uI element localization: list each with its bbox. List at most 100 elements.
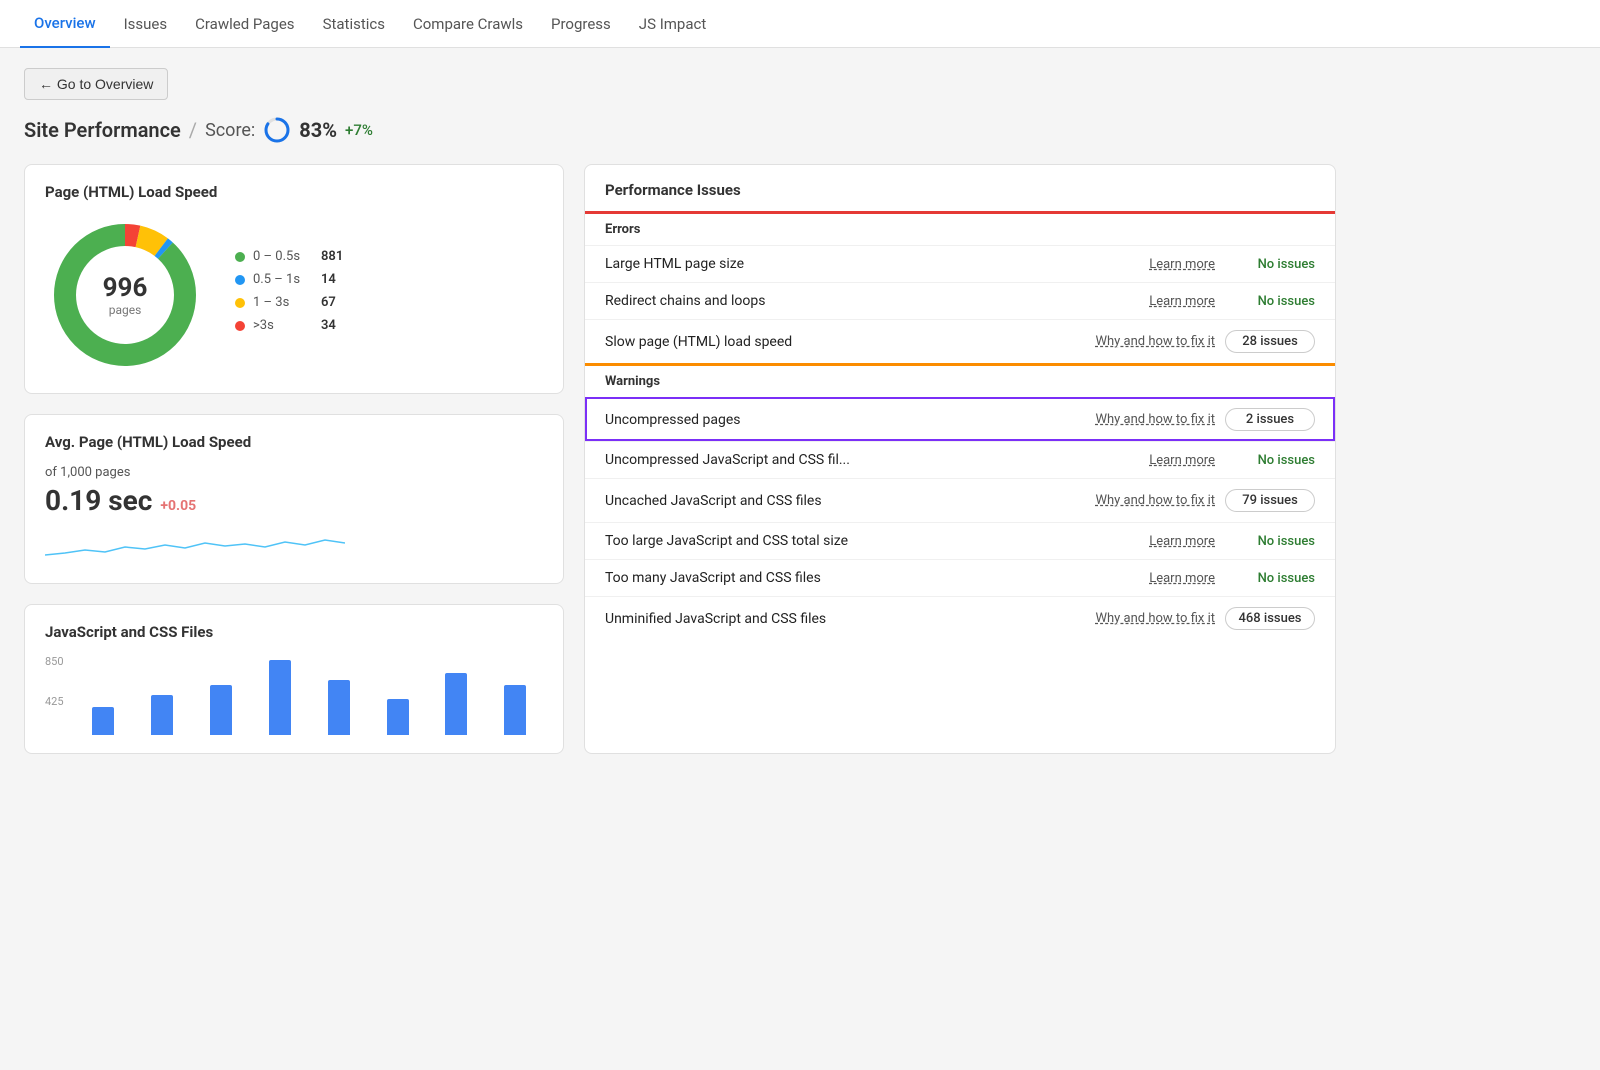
legend-label-slow: 1 – 3s — [253, 295, 313, 310]
issue-status-no-issues: No issues — [1225, 294, 1315, 309]
issue-learn-more-link[interactable]: Learn more — [1085, 534, 1215, 549]
warnings-section-label: Warnings — [585, 363, 1335, 397]
issue-name: Unminified JavaScript and CSS files — [605, 611, 1075, 627]
top-navigation: Overview Issues Crawled Pages Statistics… — [0, 0, 1600, 48]
legend-label-very-slow: >3s — [253, 318, 313, 333]
errors-section-label: Errors — [585, 211, 1335, 245]
load-speed-legend: 0 – 0.5s 881 0.5 – 1s 14 1 – 3s 67 — [235, 249, 343, 341]
issue-row-redirect-chains: Redirect chains and loops Learn more No … — [585, 282, 1335, 319]
performance-issues-card: Performance Issues Errors Large HTML pag… — [584, 164, 1336, 754]
issue-row-uncompressed-pages: Uncompressed pages Why and how to fix it… — [585, 397, 1335, 441]
nav-item-overview[interactable]: Overview — [20, 0, 110, 48]
bar-col-5 — [311, 680, 367, 735]
legend-label-medium: 0.5 – 1s — [253, 272, 313, 287]
issue-row-too-large-js-css: Too large JavaScript and CSS total size … — [585, 522, 1335, 559]
issue-status-no-issues: No issues — [1225, 257, 1315, 272]
score-value: 83% — [299, 118, 337, 142]
avg-load-speed-card: Avg. Page (HTML) Load Speed of 1,000 pag… — [24, 414, 564, 584]
issue-row-large-html: Large HTML page size Learn more No issue… — [585, 245, 1335, 282]
bar-col-1 — [76, 707, 132, 735]
nav-item-crawled-pages[interactable]: Crawled Pages — [181, 1, 308, 47]
bar-2 — [151, 695, 173, 735]
bar-8 — [504, 685, 526, 735]
page-title: Site Performance / Score: 83% +7% — [24, 116, 1336, 144]
load-speed-title: Page (HTML) Load Speed — [45, 183, 543, 201]
nav-item-issues[interactable]: Issues — [110, 1, 182, 47]
legend-item-fast: 0 – 0.5s 881 — [235, 249, 343, 264]
issue-fix-link[interactable]: Why and how to fix it — [1085, 412, 1215, 427]
issue-learn-more-link[interactable]: Learn more — [1085, 571, 1215, 586]
sparkline — [45, 525, 543, 565]
issue-status-no-issues: No issues — [1225, 453, 1315, 468]
total-pages-count: 996 — [103, 273, 148, 303]
nav-item-compare-crawls[interactable]: Compare Crawls — [399, 1, 537, 47]
donut-chart: 996 pages — [45, 215, 205, 375]
load-speed-card: Page (HTML) Load Speed — [24, 164, 564, 394]
back-to-overview-button[interactable]: ← Go to Overview — [24, 68, 168, 100]
y-label-mid: 425 — [45, 695, 64, 708]
js-css-title: JavaScript and CSS Files — [45, 623, 543, 641]
issue-status-badge: 28 issues — [1225, 330, 1315, 353]
issue-row-unminified-js-css: Unminified JavaScript and CSS files Why … — [585, 596, 1335, 640]
title-separator: / — [189, 118, 197, 142]
issue-fix-link[interactable]: Why and how to fix it — [1085, 334, 1215, 349]
issue-status-badge: 468 issues — [1225, 607, 1315, 630]
issue-row-uncached-js-css: Uncached JavaScript and CSS files Why an… — [585, 478, 1335, 522]
bar-col-8 — [487, 685, 543, 735]
bar-chart-wrapper: 850 425 — [45, 655, 543, 735]
bar-col-7 — [428, 673, 484, 735]
bar-y-labels: 850 425 — [45, 655, 70, 735]
bar-3 — [210, 685, 232, 735]
main-grid: Page (HTML) Load Speed — [24, 164, 1336, 754]
y-label-top: 850 — [45, 655, 64, 668]
legend-val-slow: 67 — [321, 295, 336, 310]
issue-learn-more-link[interactable]: Learn more — [1085, 294, 1215, 309]
score-change: +7% — [345, 121, 373, 139]
avg-load-value: 0.19 sec — [45, 484, 152, 517]
legend-dot-fast — [235, 252, 245, 262]
issue-row-uncompressed-js-css: Uncompressed JavaScript and CSS fil... L… — [585, 441, 1335, 478]
legend-item-slow: 1 – 3s 67 — [235, 295, 343, 310]
issue-name: Too large JavaScript and CSS total size — [605, 533, 1075, 549]
donut-center: 996 pages — [103, 273, 148, 317]
nav-item-js-impact[interactable]: JS Impact — [625, 1, 720, 47]
bar-col-2 — [134, 695, 190, 735]
nav-item-statistics[interactable]: Statistics — [309, 1, 399, 47]
issue-name: Uncompressed pages — [605, 412, 1075, 428]
issue-row-too-many-js-css: Too many JavaScript and CSS files Learn … — [585, 559, 1335, 596]
issue-name: Uncached JavaScript and CSS files — [605, 493, 1075, 509]
bar-7 — [445, 673, 467, 735]
legend-dot-medium — [235, 275, 245, 285]
legend-val-very-slow: 34 — [321, 318, 336, 333]
issue-fix-link[interactable]: Why and how to fix it — [1085, 493, 1215, 508]
bar-1 — [92, 707, 114, 735]
bar-col-6 — [370, 699, 426, 735]
legend-val-medium: 14 — [321, 272, 336, 287]
bar-col-3 — [193, 685, 249, 735]
issue-fix-link[interactable]: Why and how to fix it — [1085, 611, 1215, 626]
avg-load-change: +0.05 — [160, 498, 196, 514]
issue-name: Large HTML page size — [605, 256, 1075, 272]
issue-name: Slow page (HTML) load speed — [605, 334, 1075, 350]
legend-item-very-slow: >3s 34 — [235, 318, 343, 333]
issue-row-slow-load: Slow page (HTML) load speed Why and how … — [585, 319, 1335, 363]
legend-dot-slow — [235, 298, 245, 308]
legend-label-fast: 0 – 0.5s — [253, 249, 313, 264]
nav-item-progress[interactable]: Progress — [537, 1, 625, 47]
issue-status-badge: 2 issues — [1225, 408, 1315, 431]
issue-name: Uncompressed JavaScript and CSS fil... — [605, 452, 1075, 468]
bar-5 — [328, 680, 350, 735]
title-main: Site Performance — [24, 118, 181, 142]
avg-load-value-row: 0.19 sec +0.05 — [45, 484, 543, 517]
avg-load-subtitle: of 1,000 pages — [45, 465, 543, 480]
left-column: Page (HTML) Load Speed — [24, 164, 564, 754]
bar-chart — [76, 655, 543, 735]
performance-issues-title: Performance Issues — [585, 165, 1335, 211]
legend-val-fast: 881 — [321, 249, 343, 264]
donut-section: 996 pages 0 – 0.5s 881 0.5 – — [45, 215, 543, 375]
issue-learn-more-link[interactable]: Learn more — [1085, 257, 1215, 272]
issue-learn-more-link[interactable]: Learn more — [1085, 453, 1215, 468]
avg-load-title: Avg. Page (HTML) Load Speed — [45, 433, 543, 451]
issue-name: Too many JavaScript and CSS files — [605, 570, 1075, 586]
bar-col-4 — [252, 660, 308, 735]
